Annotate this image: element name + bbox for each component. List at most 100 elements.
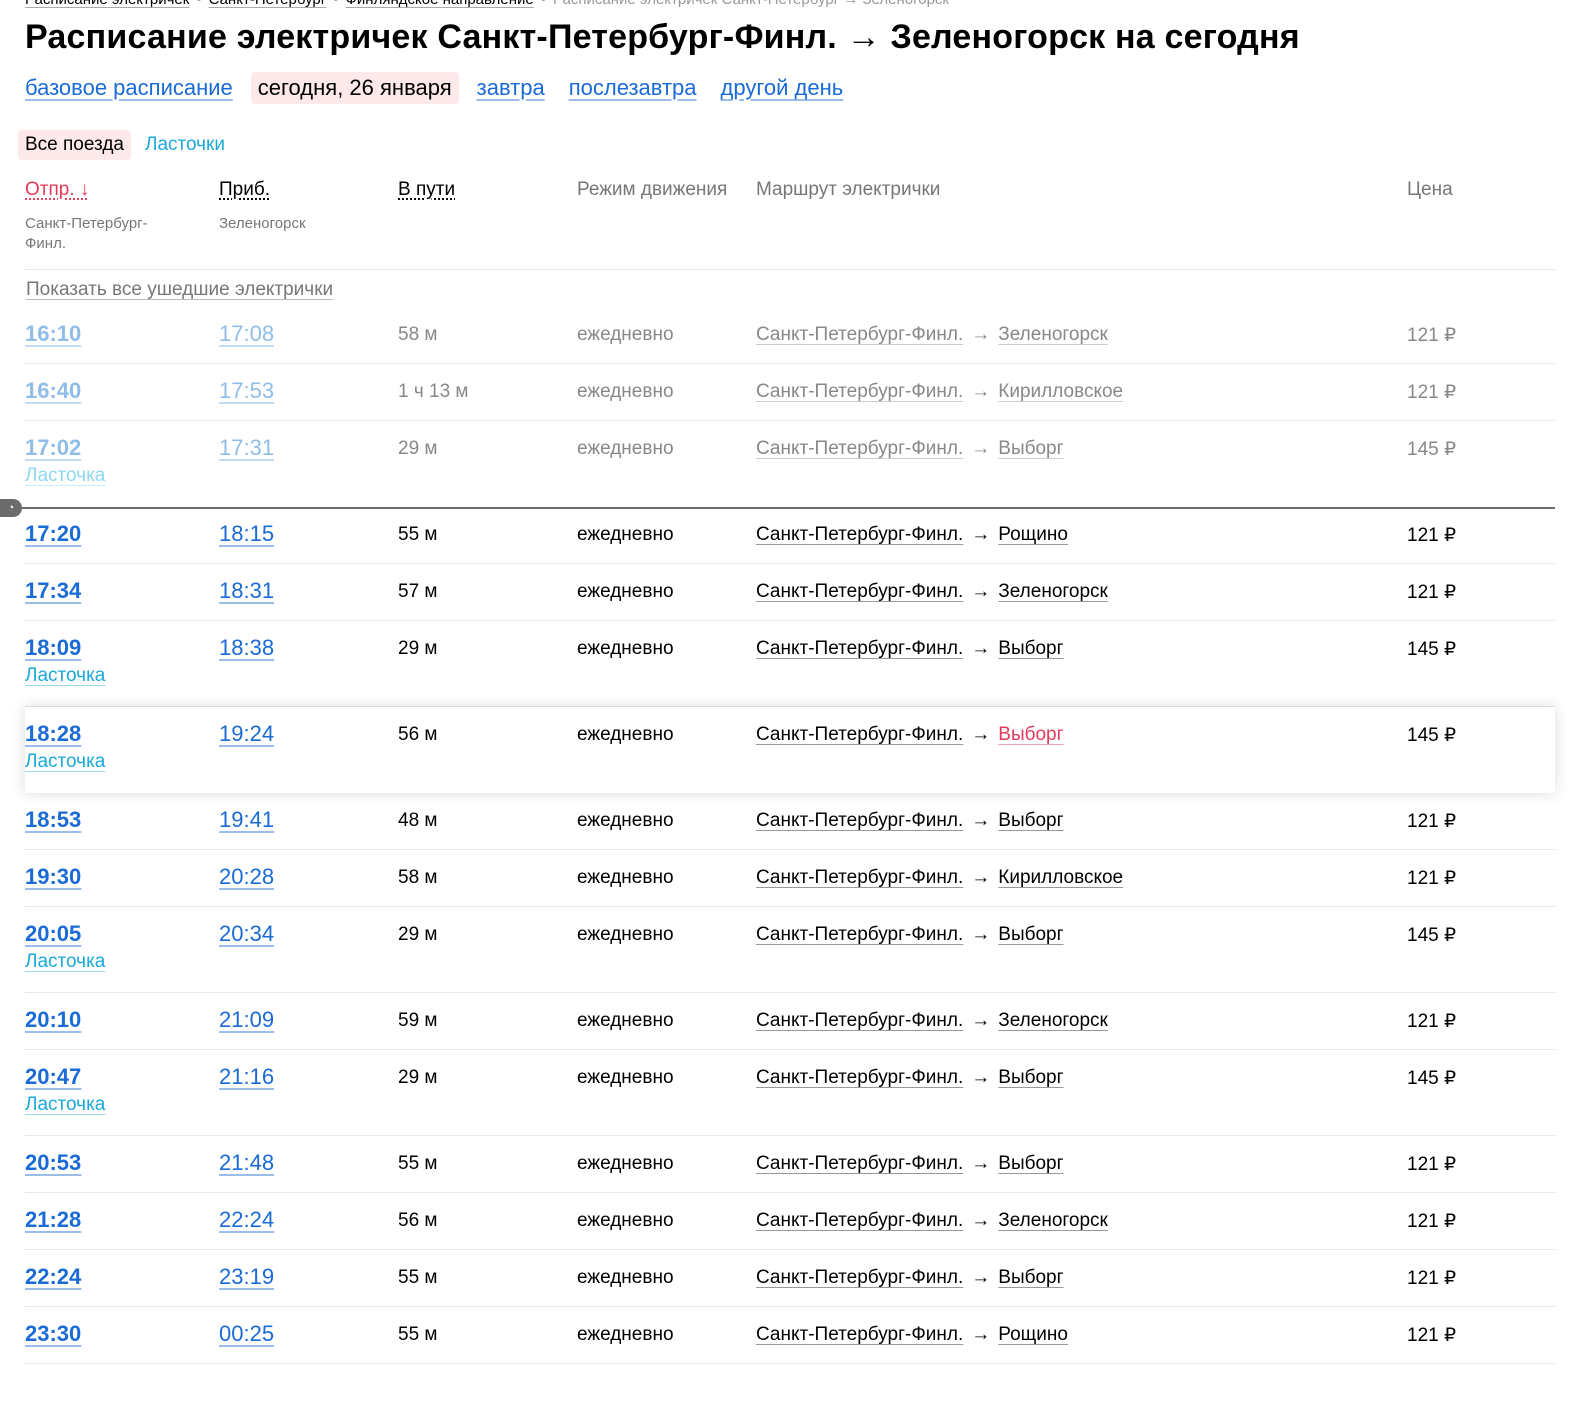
- arrival-time-link[interactable]: 22:24: [219, 1207, 274, 1233]
- route-to-link[interactable]: Выборг: [998, 638, 1063, 659]
- route-to-link[interactable]: Кирилловское: [998, 867, 1123, 888]
- arrival-time-link[interactable]: 19:41: [219, 807, 274, 833]
- arrival-time-link[interactable]: 17:53: [219, 378, 274, 404]
- route-from-link[interactable]: Санкт-Петербург-Финл.: [756, 810, 963, 831]
- route-from-link[interactable]: Санкт-Петербург-Финл.: [756, 524, 963, 545]
- column-header-arrival[interactable]: Приб.: [219, 179, 270, 201]
- route-to-link[interactable]: Выборг: [998, 810, 1063, 831]
- departure-time-link[interactable]: 17:20: [25, 521, 81, 547]
- route-to-link[interactable]: Кирилловское: [998, 381, 1123, 402]
- route-from-link[interactable]: Санкт-Петербург-Финл.: [756, 1153, 963, 1174]
- route-to-link[interactable]: Зеленогорск: [998, 1210, 1108, 1231]
- departure-time-link[interactable]: 19:30: [25, 864, 81, 890]
- arrival-time-link[interactable]: 21:48: [219, 1150, 274, 1176]
- departure-time-link[interactable]: 20:05: [25, 921, 81, 947]
- route-from-link[interactable]: Санкт-Петербург-Финл.: [756, 438, 963, 459]
- route-from-link[interactable]: Санкт-Петербург-Финл.: [756, 924, 963, 945]
- route-to-link[interactable]: Выборг: [998, 1267, 1063, 1288]
- day-tab-after-tomorrow[interactable]: послезавтра: [569, 75, 697, 101]
- arrival-time-link[interactable]: 17:08: [219, 321, 274, 347]
- arrival-time-link[interactable]: 00:25: [219, 1321, 274, 1347]
- arrival-time-link[interactable]: 17:31: [219, 435, 274, 461]
- route-from-link[interactable]: Санкт-Петербург-Финл.: [756, 324, 963, 345]
- departure-time-link[interactable]: 20:10: [25, 1007, 81, 1033]
- route-to-link[interactable]: Выборг: [998, 724, 1063, 745]
- arrival-time-link[interactable]: 18:15: [219, 521, 274, 547]
- route-to-link[interactable]: Зеленогорск: [998, 581, 1108, 602]
- arrival-time-link[interactable]: 18:38: [219, 635, 274, 661]
- day-tab-tomorrow[interactable]: завтра: [477, 75, 545, 101]
- route-from-link[interactable]: Санкт-Петербург-Финл.: [756, 867, 963, 888]
- arrival-time-link[interactable]: 19:24: [219, 721, 274, 747]
- table-row[interactable]: 20:10 21:09 59 м ежедневно Санкт-Петербург-Ф…: [25, 993, 1555, 1050]
- table-row[interactable]: 17:34 18:31 57 м ежедневно Санкт-Петербург-Ф…: [25, 564, 1555, 621]
- route-to-link[interactable]: Выборг: [998, 1067, 1063, 1088]
- arrival-time-link[interactable]: 21:09: [219, 1007, 274, 1033]
- route-arrow: →: [971, 638, 991, 659]
- breadcrumb-item[interactable]: Санкт-Петербург: [209, 0, 327, 8]
- departure-time-link[interactable]: 20:53: [25, 1150, 81, 1176]
- route-to-link[interactable]: Рощино: [998, 1324, 1068, 1345]
- filter-all-trains[interactable]: Все поезда: [18, 130, 131, 160]
- day-tab-other[interactable]: другой день: [721, 75, 844, 101]
- table-row[interactable]: 17:02 Ласточка 17:31 29 м ежедневно Санкт-Пет…: [25, 421, 1555, 507]
- train-type-link[interactable]: Ласточка: [25, 951, 105, 973]
- train-type-link[interactable]: Ласточка: [25, 665, 105, 687]
- day-tab-base[interactable]: базовое расписание: [25, 75, 233, 101]
- filter-lastochki[interactable]: Ласточки: [145, 134, 225, 156]
- departure-time-link[interactable]: 22:24: [25, 1264, 81, 1290]
- route-from-link[interactable]: Санкт-Петербург-Финл.: [756, 1324, 963, 1345]
- arrival-time-link[interactable]: 18:31: [219, 578, 274, 604]
- route-from-link[interactable]: Санкт-Петербург-Финл.: [756, 1010, 963, 1031]
- table-row[interactable]: 20:05 Ласточка 20:34 29 м ежедневно Санкт-Пет…: [25, 907, 1555, 993]
- departure-time-link[interactable]: 18:28: [25, 721, 81, 747]
- departure-time-link[interactable]: 18:09: [25, 635, 81, 661]
- route-from-link[interactable]: Санкт-Петербург-Финл.: [756, 381, 963, 402]
- route-to-link[interactable]: Зеленогорск: [998, 1010, 1108, 1031]
- route-from-link[interactable]: Санкт-Петербург-Финл.: [756, 638, 963, 659]
- departure-time-link[interactable]: 18:53: [25, 807, 81, 833]
- route-to-link[interactable]: Выборг: [998, 438, 1063, 459]
- table-row[interactable]: 18:09 Ласточка 18:38 29 м ежедневно Санкт-Пет…: [25, 621, 1555, 707]
- route-to-link[interactable]: Выборг: [998, 1153, 1063, 1174]
- arrival-time-link[interactable]: 20:34: [219, 921, 274, 947]
- departure-time-link[interactable]: 17:02: [25, 435, 81, 461]
- table-row[interactable]: 16:40 17:53 1 ч 13 м ежедневно Санкт-Петербу…: [25, 364, 1555, 421]
- arrival-time-link[interactable]: 21:16: [219, 1064, 274, 1090]
- table-row[interactable]: 18:28 Ласточка 19:24 56 м ежедневно Санкт-Пет…: [25, 707, 1555, 793]
- departure-time-link[interactable]: 21:28: [25, 1207, 81, 1233]
- breadcrumb-item[interactable]: Финляндское направление: [346, 0, 534, 8]
- route-to-link[interactable]: Рощино: [998, 524, 1068, 545]
- route-from-link[interactable]: Санкт-Петербург-Финл.: [756, 1067, 963, 1088]
- departure-time-link[interactable]: 16:40: [25, 378, 81, 404]
- arrival-time-link[interactable]: 23:19: [219, 1264, 274, 1290]
- table-row[interactable]: 19:30 20:28 58 м ежедневно Санкт-Петербург-Ф…: [25, 850, 1555, 907]
- departure-time-link[interactable]: 20:47: [25, 1064, 81, 1090]
- arrival-time-link[interactable]: 20:28: [219, 864, 274, 890]
- route-to-link[interactable]: Выборг: [998, 924, 1063, 945]
- table-row[interactable]: 18:53 19:41 48 м ежедневно Санкт-Петербург-Ф…: [25, 793, 1555, 850]
- column-header-departure[interactable]: Отпр. ↓: [25, 179, 89, 201]
- departure-time-link[interactable]: 16:10: [25, 321, 81, 347]
- table-row[interactable]: 23:30 00:25 55 м ежедневно Санкт-Петербург-Ф…: [25, 1307, 1555, 1364]
- column-header-duration[interactable]: В пути: [398, 179, 455, 201]
- route-from-link[interactable]: Санкт-Петербург-Финл.: [756, 724, 963, 745]
- breadcrumb-item[interactable]: Расписание электричек: [25, 0, 189, 8]
- departure-time-link[interactable]: 17:34: [25, 578, 81, 604]
- train-type-link[interactable]: Ласточка: [25, 1094, 105, 1116]
- route-from-link[interactable]: Санкт-Петербург-Финл.: [756, 1210, 963, 1231]
- table-row[interactable]: 21:28 22:24 56 м ежедневно Санкт-Петербург-Ф…: [25, 1193, 1555, 1250]
- route-from-link[interactable]: Санкт-Петербург-Финл.: [756, 581, 963, 602]
- table-row[interactable]: 16:10 17:08 58 м ежедневно Санкт-Петербург-Ф…: [25, 307, 1555, 364]
- show-departed-trains-link[interactable]: Показать все ушедшие электрички: [26, 279, 333, 301]
- train-type-link[interactable]: Ласточка: [25, 465, 105, 487]
- route-from-link[interactable]: Санкт-Петербург-Финл.: [756, 1267, 963, 1288]
- table-row[interactable]: 20:53 21:48 55 м ежедневно Санкт-Петербург-Ф…: [25, 1136, 1555, 1193]
- table-row[interactable]: 17:20 18:15 55 м ежедневно Санкт-Петербург-Ф…: [25, 507, 1555, 564]
- table-row[interactable]: 20:47 Ласточка 21:16 29 м ежедневно Санкт-Пет…: [25, 1050, 1555, 1136]
- departure-time-link[interactable]: 23:30: [25, 1321, 81, 1347]
- day-tab-today[interactable]: сегодня, 26 января: [250, 72, 459, 104]
- table-row[interactable]: 22:24 23:19 55 м ежедневно Санкт-Петербург-Ф…: [25, 1250, 1555, 1307]
- route-to-link[interactable]: Зеленогорск: [998, 324, 1108, 345]
- train-type-link[interactable]: Ласточка: [25, 751, 105, 773]
